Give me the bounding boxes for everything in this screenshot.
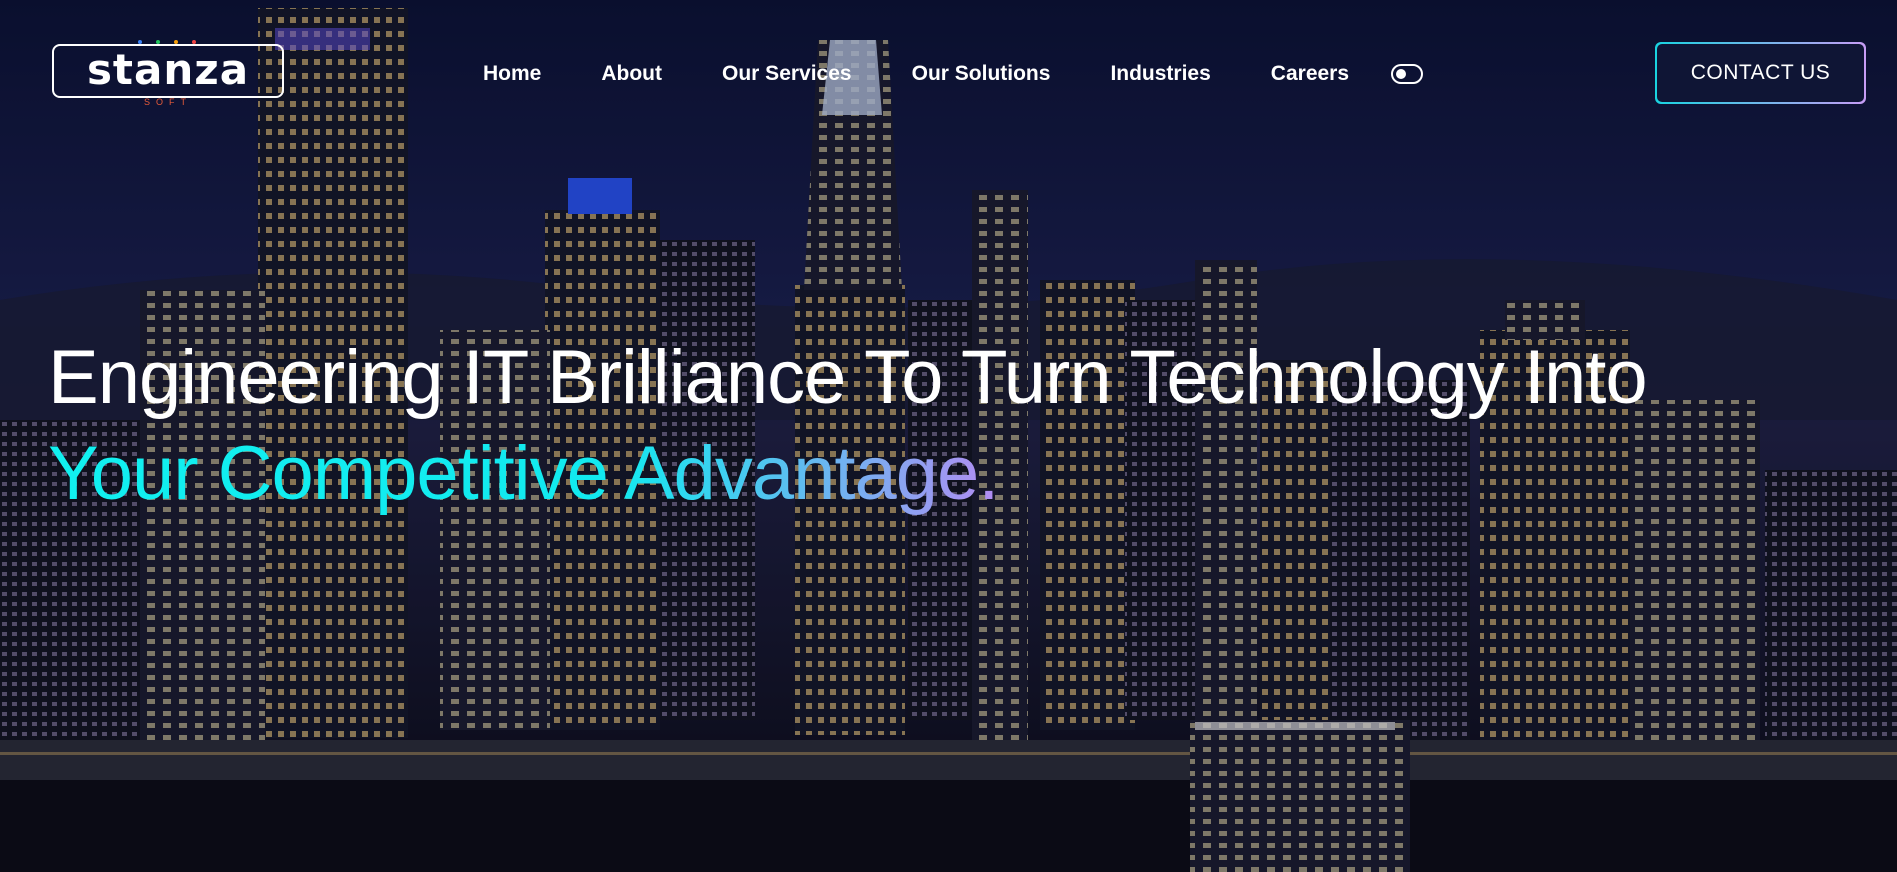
nav-item-about[interactable]: About <box>601 62 662 86</box>
site-header: stanza SOFT Home About Our Services Our … <box>0 0 1897 150</box>
contact-us-label: CONTACT US <box>1657 44 1864 102</box>
logo-wordmark: stanza <box>52 44 284 98</box>
main-nav: Home About Our Services Our Solutions In… <box>483 58 1424 90</box>
nav-item-industries[interactable]: Industries <box>1110 62 1210 86</box>
nav-item-home[interactable]: Home <box>483 62 541 86</box>
hero-title-line2: Your Competitive Advantage. <box>48 426 999 522</box>
nav-item-our-services[interactable]: Our Services <box>722 62 852 86</box>
theme-toggle-icon[interactable] <box>1391 64 1424 84</box>
contact-us-button[interactable]: CONTACT US <box>1655 42 1866 104</box>
logo[interactable]: stanza SOFT <box>52 40 288 107</box>
logo-dot <box>138 40 142 44</box>
logo-dot <box>192 40 196 44</box>
nav-item-careers[interactable]: Careers <box>1271 62 1349 86</box>
logo-dots <box>138 40 196 44</box>
logo-tagline: SOFT <box>144 97 192 107</box>
logo-dot <box>174 40 178 44</box>
hero-headline: Engineering IT Brilliance To Turn Techno… <box>48 330 1868 522</box>
hero-title-line1: Engineering IT Brilliance To Turn Techno… <box>48 335 1648 420</box>
toggle-knob <box>1396 69 1407 79</box>
logo-dot <box>156 40 160 44</box>
nav-item-our-solutions[interactable]: Our Solutions <box>912 62 1051 86</box>
